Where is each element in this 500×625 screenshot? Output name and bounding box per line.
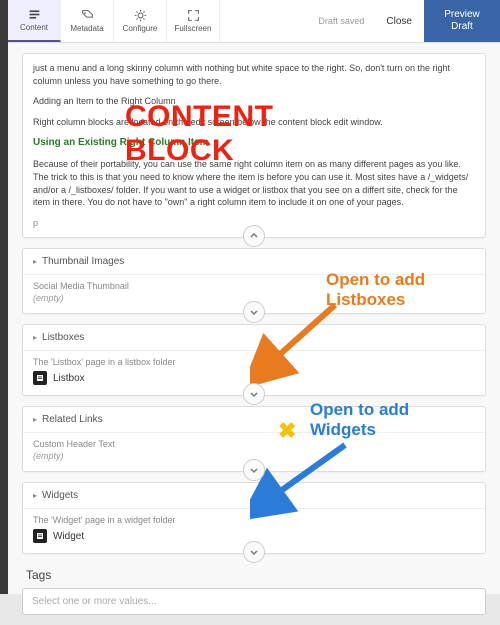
tab-metadata[interactable]: Metadata <box>61 0 114 42</box>
tags-placeholder: Select one or more values... <box>32 596 157 607</box>
tab-label: Content <box>20 23 48 32</box>
tab-label: Metadata <box>70 24 103 33</box>
expand-toggle[interactable] <box>243 541 265 563</box>
body-text: just a menu and a long skinny column wit… <box>33 62 475 87</box>
fullscreen-icon <box>187 9 200 22</box>
expand-toggle[interactable] <box>243 301 265 323</box>
caret-right-icon: ▸ <box>33 333 37 342</box>
tags-input[interactable]: Select one or more values... <box>22 588 486 615</box>
metadata-icon <box>81 9 94 22</box>
listboxes-section: ▸ Listboxes The 'Listbox' page in a list… <box>22 324 486 396</box>
tab-configure[interactable]: Configure <box>114 0 167 42</box>
editor-toolbar: Content Metadata Configure Fullscreen Dr… <box>8 0 500 43</box>
chevron-down-icon <box>249 389 259 399</box>
field-label: Custom Header Text <box>23 433 485 451</box>
page-icon <box>33 371 47 385</box>
widgets-section: ▸ Widgets The 'Widget' page in a widget … <box>22 482 486 554</box>
gear-icon <box>134 9 147 22</box>
section-title: Related Links <box>42 414 103 425</box>
section-header[interactable]: ▸ Thumbnail Images <box>23 249 485 275</box>
preview-draft-button[interactable]: Preview Draft <box>424 0 500 42</box>
section-title: Widgets <box>42 490 78 501</box>
section-title: Thumbnail Images <box>42 256 124 267</box>
tab-content[interactable]: Content <box>8 0 61 42</box>
tags-label: Tags <box>26 568 482 582</box>
body-text: Adding an Item to the Right Column <box>33 95 475 108</box>
section-header[interactable]: ▸ Listboxes <box>23 325 485 351</box>
expand-toggle[interactable] <box>243 383 265 405</box>
field-label: The 'Widget' page in a widget folder <box>23 509 485 527</box>
field-label: The 'Listbox' page in a listbox folder <box>23 351 485 369</box>
tab-label: Fullscreen <box>175 24 212 33</box>
chevron-up-icon <box>249 231 259 241</box>
chevron-down-icon <box>249 307 259 317</box>
caret-right-icon: ▸ <box>33 415 37 424</box>
caret-right-icon: ▸ <box>33 257 37 266</box>
draft-saved-indicator: Draft saved <box>318 0 374 42</box>
section-heading: Using an Existing Right Column Item <box>33 136 475 150</box>
related-links-section: ▸ Related Links Custom Header Text (empt… <box>22 406 486 472</box>
content-icon <box>28 8 41 21</box>
thumbnail-section: ▸ Thumbnail Images Social Media Thumbnai… <box>22 248 486 314</box>
chevron-down-icon <box>249 465 259 475</box>
editor-frame: Content Metadata Configure Fullscreen Dr… <box>8 0 500 594</box>
section-header[interactable]: ▸ Widgets <box>23 483 485 509</box>
section-header[interactable]: ▸ Related Links <box>23 407 485 433</box>
caret-right-icon: ▸ <box>33 491 37 500</box>
page-icon <box>33 529 47 543</box>
field-label: Social Media Thumbnail <box>23 275 485 293</box>
content-scroll-area: just a menu and a long skinny column wit… <box>8 43 500 625</box>
chevron-down-icon <box>249 547 259 557</box>
item-label: Listbox <box>53 373 85 384</box>
close-button[interactable]: Close <box>374 0 424 42</box>
item-label: Widget <box>53 531 84 542</box>
body-text: Because of their portability, you can us… <box>33 158 475 208</box>
tab-label: Configure <box>123 24 158 33</box>
body-text: Right column blocks are located on the e… <box>33 116 475 129</box>
content-block-panel: just a menu and a long skinny column wit… <box>22 53 486 238</box>
tab-fullscreen[interactable]: Fullscreen <box>167 0 220 42</box>
app-sidebar-sliver <box>0 0 8 594</box>
expand-toggle[interactable] <box>243 459 265 481</box>
collapse-toggle[interactable] <box>243 225 265 247</box>
section-title: Listboxes <box>42 332 84 343</box>
